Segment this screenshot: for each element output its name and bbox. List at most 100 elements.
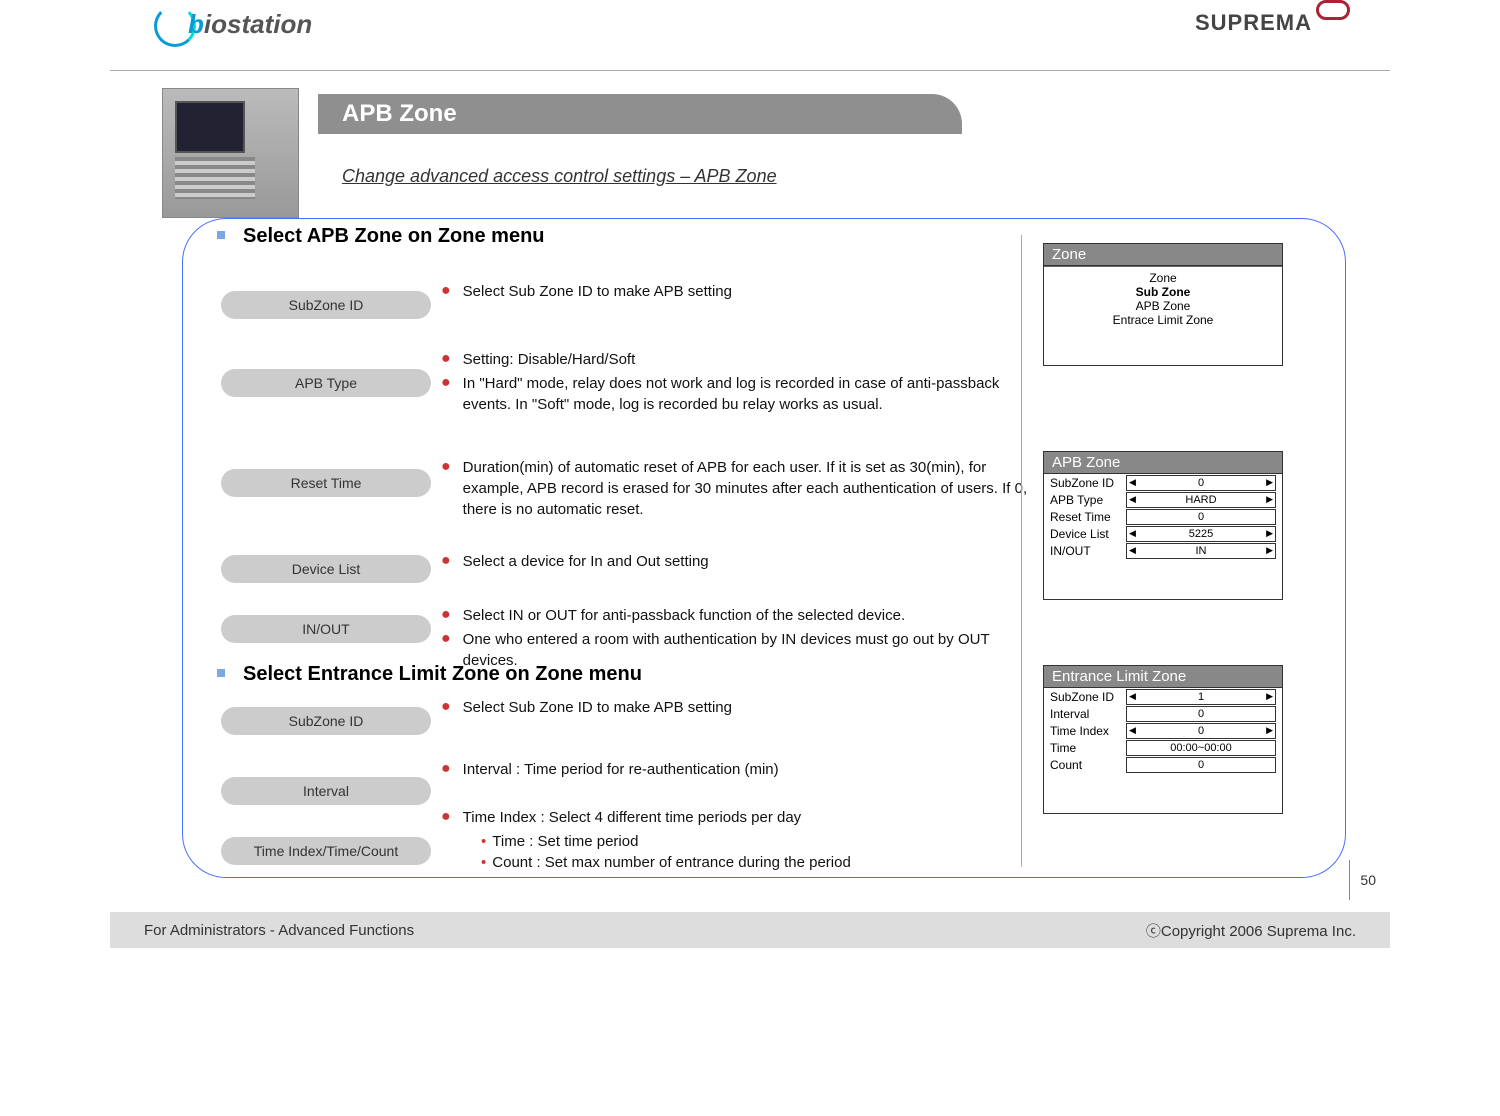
menu-line: APB Zone <box>1050 299 1276 313</box>
left-arrow-icon[interactable]: ◀ <box>1129 477 1136 488</box>
bullet-text: In "Hard" mode, relay does not work and … <box>463 373 1031 415</box>
value-box[interactable]: ◀ 0 ▶ <box>1126 475 1276 491</box>
right-arrow-icon[interactable]: ▶ <box>1266 691 1273 702</box>
screen-header: Zone <box>1044 244 1282 266</box>
bullet-icon: ● <box>441 348 451 370</box>
bullet-icon: ● <box>441 372 451 414</box>
screen-row: Time Index◀0▶ <box>1044 722 1282 739</box>
value-box[interactable]: 0 <box>1126 757 1276 773</box>
screen-entrance-limit: Entrance Limit ZoneSubZone ID◀1▶Interval… <box>1043 665 1283 814</box>
sub-text: Count : Set max number of entrance durin… <box>492 854 851 871</box>
right-arrow-icon[interactable]: ▶ <box>1266 725 1273 736</box>
screen-row: IN/OUT◀ IN ▶ <box>1044 542 1282 559</box>
screen-body: ZoneSub ZoneAPB ZoneEntrace Limit Zone <box>1044 266 1282 365</box>
value-box[interactable]: ◀ IN ▶ <box>1126 543 1276 559</box>
row-label: SubZone ID <box>1050 476 1126 490</box>
bullet-text: Interval : Time period for re-authentica… <box>463 759 779 781</box>
value-box[interactable]: ◀ 1 ▶ <box>1126 689 1276 705</box>
value-text: 0 <box>1198 725 1204 737</box>
page-title: APB Zone <box>318 94 962 134</box>
bullet-text: Select Sub Zone ID to make APB setting <box>463 281 732 303</box>
pill-label: IN/OUT <box>221 615 431 643</box>
bullet-text: Setting: Disable/Hard/Soft <box>463 349 636 371</box>
row-label: Reset Time <box>1050 510 1126 524</box>
screen-row: Interval0 <box>1044 705 1282 722</box>
section1-heading-text: Select APB Zone on Zone menu <box>243 225 545 247</box>
logo-rest: iostation <box>204 9 312 39</box>
footer: For Administrators - Advanced Functions … <box>110 912 1390 948</box>
bullet-icon: ● <box>441 456 451 519</box>
row-label: Device List <box>1050 527 1126 541</box>
left-arrow-icon[interactable]: ◀ <box>1129 528 1136 539</box>
logo-b: b <box>188 9 204 39</box>
pill-label: APB Type <box>221 369 431 397</box>
pill-label: SubZone ID <box>221 707 431 735</box>
left-arrow-icon[interactable]: ◀ <box>1129 545 1136 556</box>
right-arrow-icon[interactable]: ▶ <box>1266 477 1273 488</box>
pill-label: Interval <box>221 777 431 805</box>
desc-block: ● Setting: Disable/Hard/Soft ● In "Hard" mo… <box>441 349 1031 417</box>
logo-suprema: SUPREMA <box>1195 10 1350 36</box>
right-arrow-icon[interactable]: ▶ <box>1266 494 1273 505</box>
section2-heading-text: Select Entrance Limit Zone on Zone menu <box>243 663 642 685</box>
row-label: Interval <box>1050 707 1126 721</box>
device-thumbnail <box>162 88 299 218</box>
row-label: APB Type <box>1050 493 1126 507</box>
screen-row: SubZone ID◀ 0 ▶ <box>1044 474 1282 491</box>
value-box[interactable]: 0 <box>1126 706 1276 722</box>
screen-row: Device List◀ 5225 ▶ <box>1044 525 1282 542</box>
row-label: Time <box>1050 741 1126 755</box>
screen-row: APB Type◀HARD▶ <box>1044 491 1282 508</box>
value-box[interactable]: ◀ 5225 ▶ <box>1126 526 1276 542</box>
bullet-icon: ● <box>441 758 451 780</box>
screen-row: Count 0 <box>1044 756 1282 773</box>
value-box[interactable]: 0 <box>1126 509 1276 525</box>
value-text: 0 <box>1198 759 1204 771</box>
left-arrow-icon[interactable]: ◀ <box>1129 725 1136 736</box>
value-box[interactable]: ◀HARD▶ <box>1126 492 1276 508</box>
bullet-text: Select IN or OUT for anti-passback funct… <box>463 605 905 627</box>
pill-label: SubZone ID <box>221 291 431 319</box>
value-text: 1 <box>1198 691 1204 703</box>
vertical-divider <box>1021 235 1022 867</box>
desc-block: ● Interval : Time period for re-authentic… <box>441 759 1031 783</box>
value-box[interactable]: ◀ 0 ▶ <box>1126 723 1276 739</box>
menu-line: Zone <box>1050 271 1276 285</box>
value-text: 5225 <box>1189 528 1213 540</box>
square-bullet-icon <box>217 669 225 677</box>
page-number: 50 <box>1349 860 1376 900</box>
left-arrow-icon[interactable]: ◀ <box>1129 494 1136 505</box>
footer-left: For Administrators - Advanced Functions <box>144 922 414 939</box>
value-text: 0 <box>1198 477 1204 489</box>
pill-label: Device List <box>221 555 431 583</box>
bullet-icon: ● <box>441 806 451 828</box>
bullet-text: Duration(min) of automatic reset of APB … <box>463 457 1031 520</box>
value-text: IN <box>1196 545 1207 557</box>
sub-bullet-icon: • <box>481 833 486 850</box>
right-arrow-icon[interactable]: ▶ <box>1266 528 1273 539</box>
bullet-icon: ● <box>441 550 451 572</box>
value-text: 0 <box>1198 511 1204 523</box>
bullet-icon: ● <box>441 696 451 718</box>
value-box[interactable]: 00:00~00:00 <box>1126 740 1276 756</box>
desc-block: ● Select Sub Zone ID to make APB setting <box>441 697 1031 721</box>
sub-text: Time : Set time period <box>492 833 638 850</box>
menu-line: Sub Zone <box>1050 285 1276 299</box>
screen-apb-zone: APB ZoneSubZone ID◀0▶APB Type◀HARD▶Reset… <box>1043 451 1283 600</box>
bullet-text: Select Sub Zone ID to make APB setting <box>463 697 732 719</box>
desc-block: ●Time Index : Select 4 different time pe… <box>441 807 1031 873</box>
right-arrow-icon[interactable]: ▶ <box>1266 545 1273 556</box>
row-label: IN/OUT <box>1050 544 1126 558</box>
screen-row: SubZone ID◀ 1 ▶ <box>1044 688 1282 705</box>
row-label: Count <box>1050 758 1126 772</box>
desc-block: ●Select Sub Zone ID to make APB setting <box>441 281 1031 305</box>
row-label: SubZone ID <box>1050 690 1126 704</box>
left-arrow-icon[interactable]: ◀ <box>1129 691 1136 702</box>
section1-heading: Select APB Zone on Zone menu <box>217 225 545 248</box>
screen-header: APB Zone <box>1044 452 1282 474</box>
screen-header: Entrance Limit Zone <box>1044 666 1282 688</box>
logo-biostation: biostation <box>154 5 312 47</box>
infinity-icon <box>1316 0 1350 20</box>
content-frame: Select APB Zone on Zone menu SubZone ID ●… <box>182 218 1346 878</box>
logo-suprema-text: SUPREMA <box>1195 10 1312 35</box>
